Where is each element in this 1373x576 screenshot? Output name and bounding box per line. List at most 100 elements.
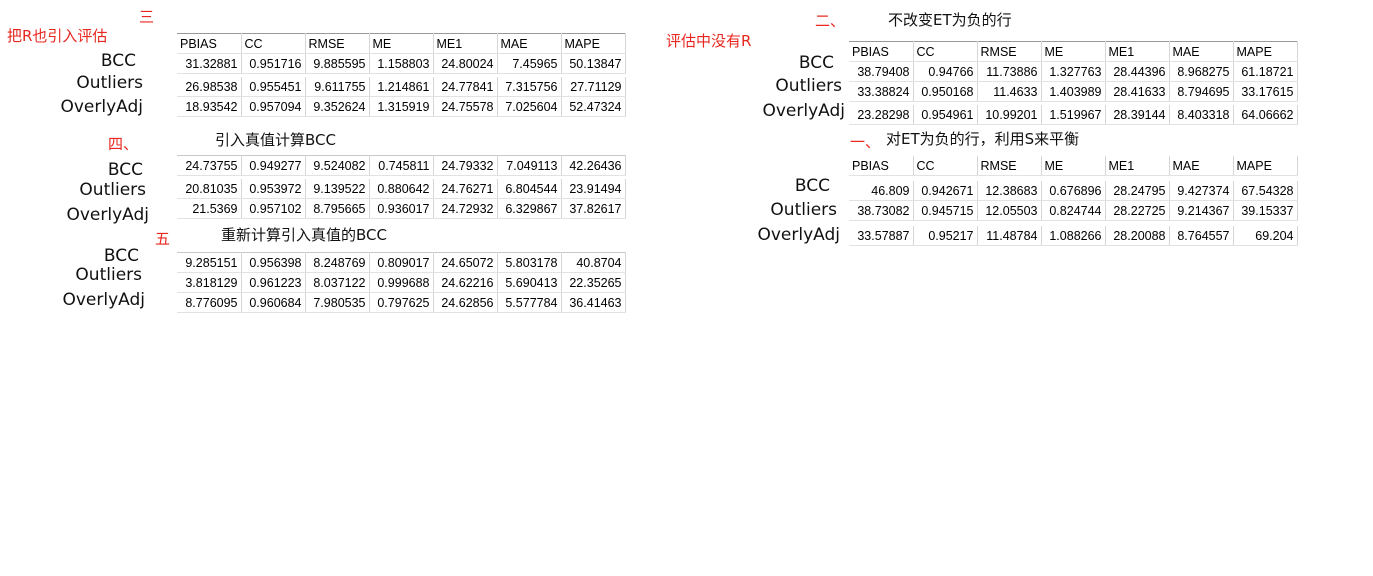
table-row: 24.73755 0.949277 9.524082 0.745811 24.7…	[177, 155, 626, 176]
cell: 23.28298	[849, 105, 914, 125]
header-cell: RMSE	[305, 33, 370, 54]
cell: 8.776095	[177, 292, 242, 313]
table-er: PBIAS CC RMSE ME ME1 MAE MAPE 38.79408 0…	[849, 41, 1298, 125]
cell: 9.285151	[177, 252, 242, 273]
cell: 9.885595	[305, 53, 370, 74]
cell: 33.17615	[1233, 81, 1298, 102]
cell: 0.961223	[241, 272, 306, 293]
note-include-r: 把R也引入评估	[7, 27, 108, 45]
section-number-san: 三	[139, 8, 155, 26]
cell: 0.797625	[369, 292, 434, 313]
cell: 24.72932	[433, 198, 498, 219]
cell: 28.24795	[1105, 181, 1170, 201]
table-row: 38.73082 0.945715 12.05503 0.824744 28.2…	[849, 200, 1298, 221]
table-wu: 9.285151 0.956398 8.248769 0.809017 24.6…	[177, 252, 626, 313]
cell: 40.8704	[561, 252, 626, 273]
cell: 27.71129	[561, 77, 626, 97]
cell: 28.41633	[1105, 81, 1170, 102]
cell: 8.968275	[1169, 61, 1234, 82]
cell: 21.5369	[177, 198, 242, 219]
cell: 24.65072	[433, 252, 498, 273]
cell: 28.22725	[1105, 200, 1170, 221]
table-san: PBIAS CC RMSE ME ME1 MAE MAPE 31.32881 0…	[177, 33, 626, 117]
cell: 24.77841	[433, 77, 498, 97]
cell: 22.35265	[561, 272, 626, 293]
cell: 38.73082	[849, 200, 914, 221]
table-row: 33.57887 0.95217 11.48784 1.088266 28.20…	[849, 226, 1298, 246]
cell: 0.950168	[913, 81, 978, 102]
cell: 10.99201	[977, 105, 1042, 125]
row-label-overlyadj: OverlyAdj	[62, 290, 145, 310]
cell: 36.41463	[561, 292, 626, 313]
cell: 0.957102	[241, 198, 306, 219]
header-cell: RMSE	[977, 41, 1042, 62]
cell: 6.804544	[497, 179, 562, 199]
table-row: 21.5369 0.957102 8.795665 0.936017 24.72…	[177, 198, 626, 219]
cell: 50.13847	[561, 53, 626, 74]
cell: 64.06662	[1233, 105, 1298, 125]
cell: 7.980535	[305, 292, 370, 313]
cell: 20.81035	[177, 179, 242, 199]
cell: 42.26436	[561, 155, 626, 176]
header-cell: ME1	[1105, 156, 1170, 176]
cell: 9.427374	[1169, 181, 1234, 201]
header-cell: MAPE	[1233, 156, 1298, 176]
cell: 33.57887	[849, 226, 914, 246]
header-cell: MAE	[1169, 41, 1234, 62]
cell: 8.037122	[305, 272, 370, 293]
row-label-overlyadj: OverlyAdj	[60, 97, 143, 117]
cell: 0.745811	[369, 155, 434, 176]
table-yi: PBIAS CC RMSE ME ME1 MAE MAPE 46.809 0.9…	[849, 156, 1298, 246]
cell: 24.73755	[177, 155, 242, 176]
header-cell: MAE	[1169, 156, 1234, 176]
cell: 8.795665	[305, 198, 370, 219]
cell: 8.764557	[1169, 226, 1234, 246]
cell: 67.54328	[1233, 181, 1298, 201]
cell: 31.32881	[177, 53, 242, 74]
note-no-r: 评估中没有R	[666, 32, 752, 50]
cell: 5.577784	[497, 292, 562, 313]
table-si: 24.73755 0.949277 9.524082 0.745811 24.7…	[177, 155, 626, 219]
cell: 11.48784	[977, 226, 1042, 246]
cell: 9.214367	[1169, 200, 1234, 221]
section-number-yi: 一、	[850, 133, 881, 151]
cell: 1.088266	[1041, 226, 1106, 246]
cell: 12.38683	[977, 181, 1042, 201]
header-cell: CC	[241, 33, 306, 54]
cell: 1.327763	[1041, 61, 1106, 82]
row-label-outliers: Outliers	[775, 76, 842, 96]
cell: 69.204	[1233, 226, 1298, 246]
cell: 7.45965	[497, 53, 562, 74]
row-label-bcc: BCC	[100, 51, 136, 71]
cell: 7.315756	[497, 77, 562, 97]
cell: 0.955451	[241, 77, 306, 97]
cell: 0.999688	[369, 272, 434, 293]
row-label-bcc: BCC	[103, 246, 139, 266]
row-label-overlyadj: OverlyAdj	[762, 101, 845, 121]
section-number-er: 二、	[815, 12, 846, 30]
table-row: 9.285151 0.956398 8.248769 0.809017 24.6…	[177, 252, 626, 273]
table-row: 18.93542 0.957094 9.352624 1.315919 24.7…	[177, 96, 626, 117]
table-row: 38.79408 0.94766 11.73886 1.327763 28.44…	[849, 61, 1298, 82]
header-cell: PBIAS	[849, 41, 914, 62]
cell: 1.315919	[369, 96, 434, 117]
header-row: PBIAS CC RMSE ME ME1 MAE MAPE	[177, 33, 626, 54]
cell: 18.93542	[177, 96, 242, 117]
table-row: 26.98538 0.955451 9.611755 1.214861 24.7…	[177, 77, 626, 97]
row-label-bcc: BCC	[794, 176, 830, 196]
cell: 24.76271	[433, 179, 498, 199]
table-row: 46.809 0.942671 12.38683 0.676896 28.247…	[849, 181, 1298, 201]
cell: 0.880642	[369, 179, 434, 199]
cell: 6.329867	[497, 198, 562, 219]
cell: 8.248769	[305, 252, 370, 273]
cell: 0.954961	[913, 105, 978, 125]
cell: 12.05503	[977, 200, 1042, 221]
cell: 11.4633	[977, 81, 1042, 102]
cell: 0.94766	[913, 61, 978, 82]
cell: 0.942671	[913, 181, 978, 201]
cell: 0.960684	[241, 292, 306, 313]
cell: 9.352624	[305, 96, 370, 117]
cell: 9.611755	[305, 77, 370, 97]
cell: 3.818129	[177, 272, 242, 293]
section-title-si: 引入真值计算BCC	[215, 131, 336, 149]
